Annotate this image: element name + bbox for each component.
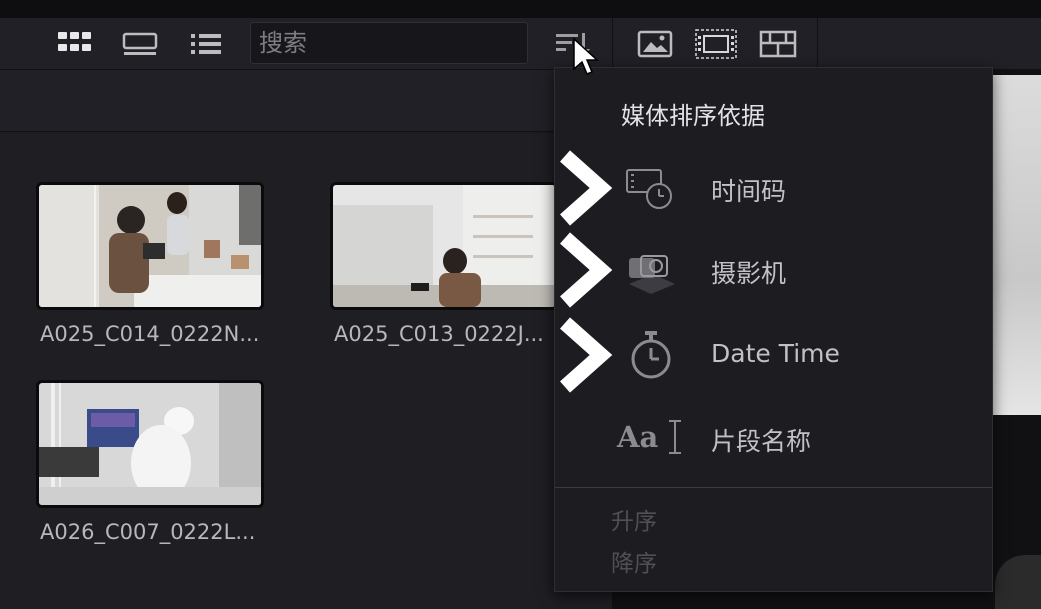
menu-item-label: 时间码 [711, 177, 787, 206]
text-cursor-icon-glyph: Aa [617, 420, 659, 454]
menu-item-label: Date Time [711, 339, 840, 368]
filmstrip-icon[interactable] [694, 28, 738, 60]
search-input[interactable]: 搜索 [250, 22, 528, 64]
toolbar-separator-2 [817, 18, 818, 68]
clip-thumbnail-image [36, 380, 264, 508]
sort-ascending-option[interactable]: 升序 [611, 502, 657, 536]
menu-divider [555, 487, 992, 488]
sort-descending-option[interactable]: 降序 [611, 544, 657, 578]
text-cursor-icon: Aa [617, 412, 681, 464]
clip-name: A025_C014_0222N... [40, 322, 260, 346]
layout-icon[interactable] [756, 28, 800, 60]
stopwatch-icon [623, 329, 679, 381]
menu-item-clip-name[interactable]: Aa 片段名称 [555, 404, 992, 474]
media-pool-subbar [0, 70, 560, 132]
clip-thumbnail-image [330, 182, 558, 310]
clip-thumbnail-image [36, 182, 264, 310]
sort-by-menu: 媒体排序依据 时间码 摄影机 Date Time Aa 片段名称 升序 降序 [554, 67, 993, 592]
image-icon[interactable] [633, 28, 677, 60]
menu-item-date-time[interactable]: Date Time [555, 321, 992, 391]
menu-item-label: 摄影机 [711, 259, 787, 288]
highlight-arrow-icon [560, 317, 613, 393]
menu-item-camera[interactable]: 摄影机 [555, 236, 992, 306]
clip-name: A026_C007_0222L... [40, 520, 256, 544]
title-strip [0, 0, 1041, 18]
highlight-arrow-icon [560, 150, 613, 226]
highlight-arrow-icon [560, 232, 613, 308]
toolbar-separator [612, 18, 613, 68]
menu-item-timecode[interactable]: 时间码 [555, 154, 992, 224]
camera-icon [623, 244, 679, 296]
timecode-icon [623, 162, 679, 214]
menu-item-label: 片段名称 [711, 427, 812, 456]
mouse-cursor-icon [573, 37, 599, 75]
list-view-icon[interactable] [184, 28, 228, 60]
viewer-frame [990, 75, 1041, 415]
filmstrip-view-icon[interactable] [118, 28, 162, 60]
menu-title: 媒体排序依据 [621, 102, 765, 130]
grid-view-icon[interactable] [53, 28, 97, 60]
